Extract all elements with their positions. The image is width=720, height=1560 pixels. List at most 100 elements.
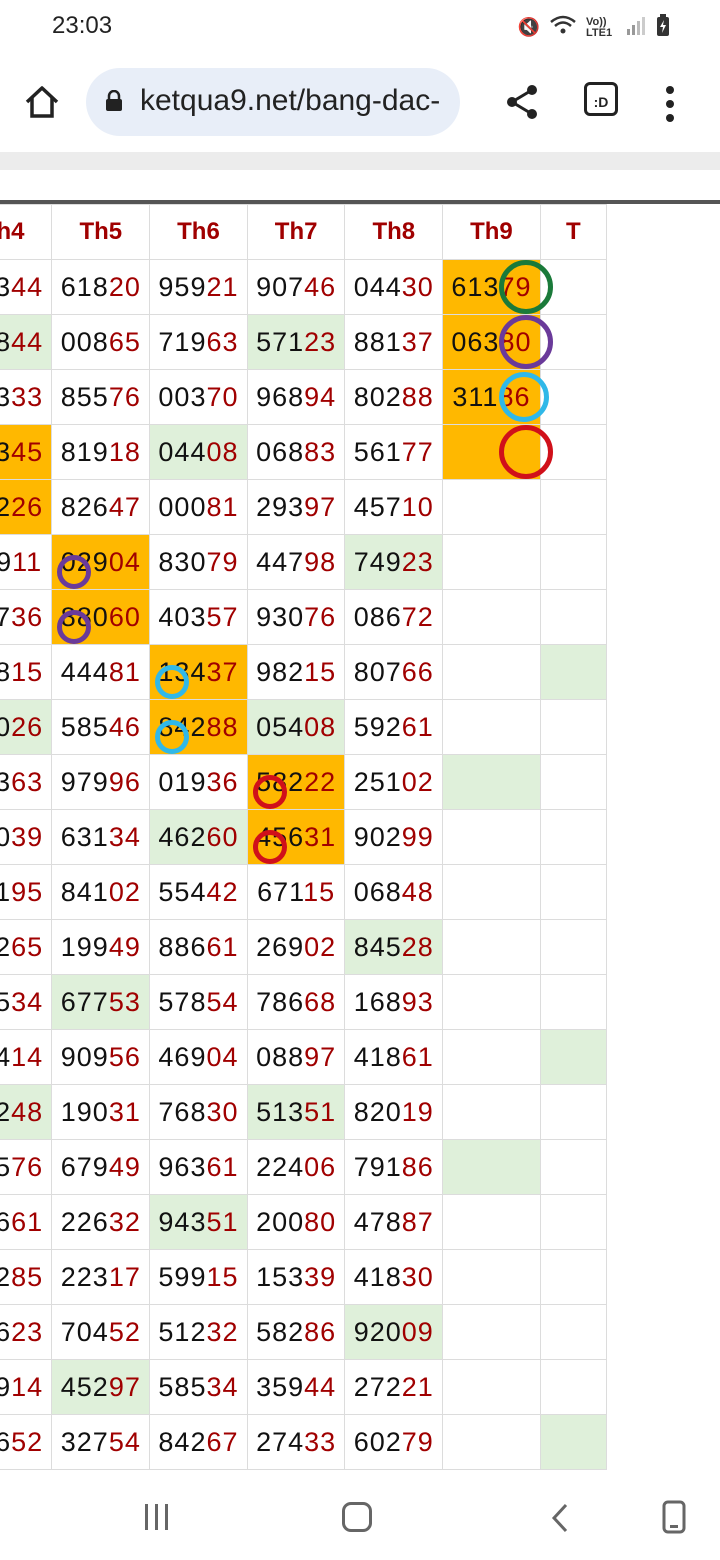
result-cell: 67949 (51, 1139, 151, 1195)
table-row: 37534581918044080688356177 (0, 424, 608, 480)
recent-apps-icon[interactable] (142, 1504, 172, 1530)
keyboard-icon[interactable] (662, 1500, 686, 1534)
column-header: Th7 (246, 204, 346, 260)
result-cell: 15339 (246, 1249, 346, 1305)
result-cell: 45710 (344, 479, 444, 535)
result-cell (442, 1249, 541, 1305)
result-cell (442, 754, 541, 810)
result-cell: 41830 (344, 1249, 444, 1305)
result-cell (539, 314, 608, 370)
result-cell (442, 699, 541, 755)
result-cell: 84102 (51, 864, 151, 920)
result-cell (442, 644, 541, 700)
share-icon[interactable] (502, 80, 542, 124)
result-cell: 93076 (246, 589, 346, 645)
home-icon[interactable] (22, 82, 62, 122)
column-header: T (539, 204, 608, 260)
result-cell: 84267 (149, 1414, 248, 1470)
result-cell: 04408 (149, 424, 248, 480)
result-cell: 84528 (344, 919, 444, 975)
column-header: Th5 (51, 204, 151, 260)
result-cell (539, 809, 608, 865)
result-cell: 83079 (149, 534, 248, 590)
result-cell (442, 479, 541, 535)
result-cell: 70452 (51, 1304, 151, 1360)
table-row: 44791445297585343594427221 (0, 1359, 608, 1415)
result-cell: 46285 (0, 1249, 53, 1305)
desktop-site-icon[interactable]: :D (584, 82, 618, 116)
lock-icon (104, 89, 124, 112)
result-cell: 04430 (344, 259, 444, 315)
result-cell (539, 1029, 608, 1085)
result-cell (442, 1304, 541, 1360)
result-cell (442, 1084, 541, 1140)
result-cell: 65576 (0, 1139, 53, 1195)
result-cell: 19031 (51, 1084, 151, 1140)
result-cell (442, 1194, 541, 1250)
result-cell: 16039 (0, 809, 53, 865)
result-cell: 56177 (344, 424, 444, 480)
result-cell (539, 534, 608, 590)
result-cell (539, 259, 608, 315)
result-cell: 13437 (149, 644, 248, 700)
result-cell: 90956 (51, 1029, 151, 1085)
more-vert-icon[interactable] (662, 84, 678, 124)
result-cell (442, 589, 541, 645)
table-row: 39522682647000812939745710 (0, 479, 608, 535)
result-cell (442, 974, 541, 1030)
column-header: Th8 (344, 204, 444, 260)
browser-toolbar: ketqua9.net/bang-dac- :D (0, 56, 720, 150)
result-cell: 59261 (344, 699, 444, 755)
result-cell (442, 1029, 541, 1085)
marker-circle (155, 720, 190, 754)
result-cell: 05408 (246, 699, 346, 755)
result-cell: 90299 (344, 809, 444, 865)
result-cell: 85576 (51, 369, 151, 425)
result-cell: 16893 (344, 974, 444, 1030)
result-cell: 44481 (51, 644, 151, 700)
back-icon[interactable] (548, 1502, 572, 1534)
result-cell: 08672 (344, 589, 444, 645)
result-cell: 88060 (51, 589, 151, 645)
nav-home-icon[interactable] (342, 1502, 372, 1532)
result-cell (442, 919, 541, 975)
result-cell: 22632 (51, 1194, 151, 1250)
result-cell: 47914 (0, 1359, 53, 1415)
result-cell: 52333 (0, 369, 53, 425)
result-cell: 95226 (0, 479, 53, 535)
result-cell: 27414 (0, 1029, 53, 1085)
table-row: 54426519949886612690284528 (0, 919, 608, 975)
result-cell: 31186 (442, 369, 550, 425)
result-cell: 25102 (344, 754, 444, 810)
result-cell: 76830 (149, 1084, 248, 1140)
result-cell (539, 1359, 608, 1415)
result-cell: 94351 (149, 1194, 248, 1250)
result-cell: 96894 (246, 369, 346, 425)
marker-circle (57, 555, 92, 589)
results-table: Th4Th5Th6Th7Th8Th9T 27034461820959219074… (0, 204, 608, 1470)
result-cell (539, 974, 608, 1030)
result-cell: 35944 (246, 1359, 346, 1415)
result-cell: 02904 (51, 534, 151, 590)
result-cell (539, 1139, 608, 1195)
result-cell: 80288 (344, 369, 444, 425)
result-cell (539, 424, 608, 480)
result-cell: 41861 (344, 1029, 444, 1085)
result-cell: 61820 (51, 259, 151, 315)
result-cell: 40357 (149, 589, 248, 645)
result-cell: 63134 (51, 809, 151, 865)
result-cell (539, 369, 608, 425)
result-cell: 44265 (0, 919, 53, 975)
result-cell: 79186 (344, 1139, 444, 1195)
url-bar[interactable]: ketqua9.net/bang-dac- (86, 68, 460, 136)
result-cell: 22317 (51, 1249, 151, 1305)
result-cell (539, 644, 608, 700)
table-row: 7018440086571963571238813706380 (0, 314, 608, 370)
result-cell (442, 1414, 541, 1470)
table-row: 72981544481134379821580766 (0, 644, 608, 700)
result-cell: 97996 (51, 754, 151, 810)
result-cell: 24623 (0, 1304, 53, 1360)
network-label: Vo)) LTE1 (586, 15, 613, 39)
table-row: 07166122632943512008047887 (0, 1194, 608, 1250)
results-table-container[interactable]: Th4Th5Th6Th7Th8Th9T 27034461820959219074… (0, 200, 720, 1476)
